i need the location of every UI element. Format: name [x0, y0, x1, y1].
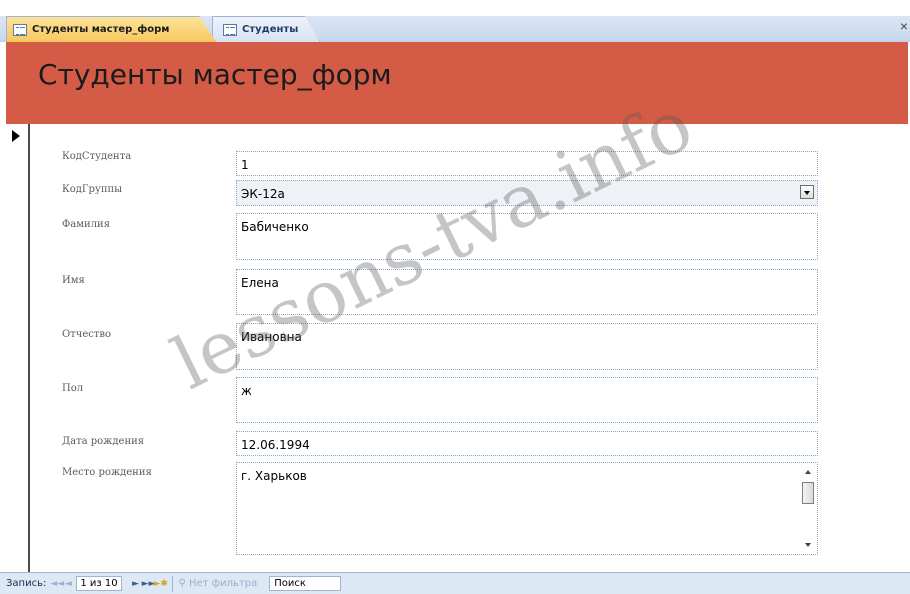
label-birth-place: Место рождения	[62, 467, 152, 478]
form-icon	[13, 23, 27, 36]
label-surname: Фамилия	[62, 219, 111, 230]
nav-separator	[171, 575, 173, 592]
birth-date-field[interactable]: 12.06.1994	[236, 431, 818, 456]
current-record-arrow-icon	[12, 130, 20, 142]
label-first-name: Имя	[62, 275, 85, 286]
tab-label: Студенты мастер_форм	[32, 24, 170, 35]
patronymic-value: Ивановна	[241, 330, 302, 344]
student-id-value: 1	[241, 158, 249, 172]
surname-value: Бабиченко	[241, 220, 309, 234]
current-record-input[interactable]: 1 из 10	[76, 576, 122, 591]
record-label: Запись:	[6, 578, 47, 589]
birth-date-value: 12.06.1994	[241, 438, 310, 452]
tab-label: Студенты	[242, 24, 299, 35]
gender-value: ж	[241, 384, 252, 398]
filter-icon: ⚲	[178, 578, 186, 589]
surname-field[interactable]: Бабиченко	[236, 213, 818, 260]
label-patronymic: Отчество	[62, 329, 112, 340]
group-id-combobox[interactable]: ЭК-12а	[236, 180, 818, 206]
next-record-icon[interactable]: ►	[130, 579, 142, 589]
last-record-icon[interactable]: ►►	[142, 579, 156, 589]
form-title: Студенты мастер_форм	[38, 58, 392, 91]
close-icon[interactable]: ×	[900, 18, 908, 34]
document-tab-strip: Студенты мастер_форм Студенты ×	[0, 0, 910, 44]
filter-label: Нет фильтра	[188, 578, 258, 589]
label-student-id: КодСтудента	[62, 151, 132, 162]
patronymic-field[interactable]: Ивановна	[236, 323, 818, 370]
birth-place-field[interactable]: г. Харьков	[236, 462, 818, 555]
label-gender: Пол	[62, 383, 84, 394]
form-icon	[223, 23, 237, 36]
scroll-up-icon[interactable]	[805, 470, 811, 474]
birth-place-scrollbar[interactable]	[802, 466, 814, 551]
scroll-down-icon[interactable]	[805, 543, 811, 547]
dropdown-arrow-icon[interactable]	[800, 185, 814, 199]
tab-student-master-form[interactable]: Студенты мастер_форм	[6, 16, 216, 42]
search-input[interactable]: Поиск	[269, 576, 342, 591]
form-header: Студенты мастер_форм	[6, 42, 908, 124]
label-birth-date: Дата рождения	[62, 436, 145, 447]
tab-students[interactable]: Студенты	[212, 16, 320, 42]
birth-place-value: г. Харьков	[241, 469, 307, 483]
scroll-thumb[interactable]	[802, 482, 814, 504]
gender-field[interactable]: ж	[236, 377, 818, 423]
group-id-value: ЭК-12а	[241, 187, 285, 201]
record-navigation-bar: Запись: ◄◄ ◄ 1 из 10 ► ►► ►✱ ⚲ Нет фильт…	[0, 572, 910, 594]
previous-record-icon[interactable]: ◄	[62, 579, 74, 589]
first-name-field[interactable]: Елена	[236, 269, 818, 315]
record-selector[interactable]	[6, 124, 30, 572]
label-group-id: КодГруппы	[62, 184, 123, 195]
student-id-field[interactable]: 1	[236, 151, 818, 176]
filter-toggle[interactable]: ⚲ Нет фильтра	[179, 578, 258, 589]
new-record-icon[interactable]: ►✱	[154, 579, 168, 589]
first-record-icon[interactable]: ◄◄	[50, 579, 64, 589]
first-name-value: Елена	[241, 276, 279, 290]
